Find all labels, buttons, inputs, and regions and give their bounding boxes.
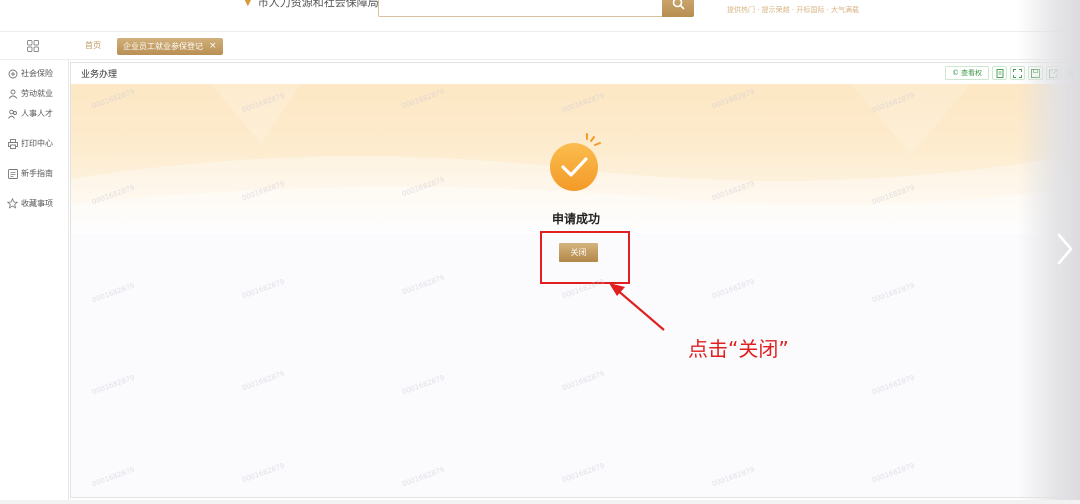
tab-label: 企业员工就业参保登记 xyxy=(123,42,203,51)
business-panel: 业务办理 © 查看权 申请成功 关闭 0001682879 0001682879… xyxy=(70,62,1080,498)
sidebar-item-guide[interactable]: 新手指南 xyxy=(7,168,53,179)
app-root: ▼ 市人力资源和社会保障局 提供热门 · 提示荣越 · 开标国际 · 大气满载 … xyxy=(0,0,1080,504)
watermark-text: 0001682879 xyxy=(870,281,916,305)
sidebar-item-label: 劳动就业 xyxy=(21,89,53,98)
watermark-text: 0001682879 xyxy=(400,465,446,489)
search-input[interactable] xyxy=(378,0,663,17)
sidebar-item-favorites[interactable]: 收藏事项 xyxy=(7,198,53,209)
watermark-text: 0001682879 xyxy=(90,281,136,305)
chevron-down-icon: ▼ xyxy=(244,0,252,8)
tab-home[interactable]: 首页 xyxy=(85,40,101,51)
org-selector[interactable]: ▼ 市人力资源和社会保障局 xyxy=(244,0,379,10)
sidebar-item-label: 新手指南 xyxy=(21,169,53,178)
hot-search-links[interactable]: 提供热门 · 提示荣越 · 开标国际 · 大气满载 xyxy=(727,5,859,15)
guide-icon xyxy=(7,168,18,179)
search-button[interactable] xyxy=(662,0,694,17)
bottom-border xyxy=(0,500,1080,504)
sidebar-item-social-insurance[interactable]: 社会保险 xyxy=(7,68,53,79)
sidebar-item-label: 打印中心 xyxy=(21,139,53,148)
success-message: 申请成功 xyxy=(551,212,600,226)
watermark-text: 0001682879 xyxy=(240,277,286,301)
view-permission-label: 查看权 xyxy=(961,69,982,77)
sidebar: 社会保险 劳动就业 人事人才 打印中心 新手指南 收藏事项 xyxy=(0,60,69,504)
close-button[interactable]: 关闭 xyxy=(559,243,598,262)
copyright-icon: © xyxy=(952,69,959,77)
talent-icon xyxy=(7,108,18,119)
panel-title: 业务办理 xyxy=(81,70,118,80)
watermark-text: 0001682879 xyxy=(710,277,756,301)
printer-icon xyxy=(7,138,18,149)
search-icon xyxy=(672,0,685,10)
tab-close-icon[interactable]: × xyxy=(209,38,217,55)
bookmark-icon xyxy=(996,68,1003,78)
sidebar-item-print-center[interactable]: 打印中心 xyxy=(7,138,53,149)
watermark-text: 0001682879 xyxy=(90,465,136,489)
watermark-text: 0001682879 xyxy=(240,369,286,393)
annotation-callout: 点击“关闭” xyxy=(688,337,789,361)
watermark-text: 0001682879 xyxy=(240,461,286,485)
star-icon xyxy=(7,198,18,209)
watermark-text: 0001682879 xyxy=(870,373,916,397)
sidebar-item-label: 社会保险 xyxy=(21,69,53,78)
apps-grid-icon[interactable] xyxy=(27,40,39,52)
watermark-text: 0001682879 xyxy=(90,373,136,397)
watermark-text: 0001682879 xyxy=(400,373,446,397)
chevron-right-icon[interactable] xyxy=(1055,232,1075,266)
bookmark-button[interactable] xyxy=(992,66,1007,80)
top-header: ▼ 市人力资源和社会保障局 提供热门 · 提示荣越 · 开标国际 · 大气满载 xyxy=(0,0,1080,32)
sidebar-item-employment[interactable]: 劳动就业 xyxy=(7,88,53,99)
success-check-icon xyxy=(550,133,601,191)
org-name: 市人力资源和社会保障局 xyxy=(257,0,379,9)
watermark-text: 0001682879 xyxy=(870,461,916,485)
tab-bar: 首页 企业员工就业参保登记 × xyxy=(0,34,1080,60)
watermark-text: 0001682879 xyxy=(560,369,606,393)
social-insurance-icon xyxy=(7,68,18,79)
panel-header: 业务办理 © 查看权 xyxy=(71,63,1079,84)
sidebar-item-talent[interactable]: 人事人才 xyxy=(7,108,53,119)
tab-employee-registration[interactable]: 企业员工就业参保登记 × xyxy=(117,38,223,55)
watermark-text: 0001682879 xyxy=(560,461,606,485)
view-permission-button[interactable]: © 查看权 xyxy=(945,66,989,80)
sidebar-item-label: 收藏事项 xyxy=(21,199,53,208)
sidebar-item-label: 人事人才 xyxy=(21,109,53,118)
watermark-text: 0001682879 xyxy=(400,273,446,297)
watermark-text: 0001682879 xyxy=(710,465,756,489)
employment-icon xyxy=(7,88,18,99)
